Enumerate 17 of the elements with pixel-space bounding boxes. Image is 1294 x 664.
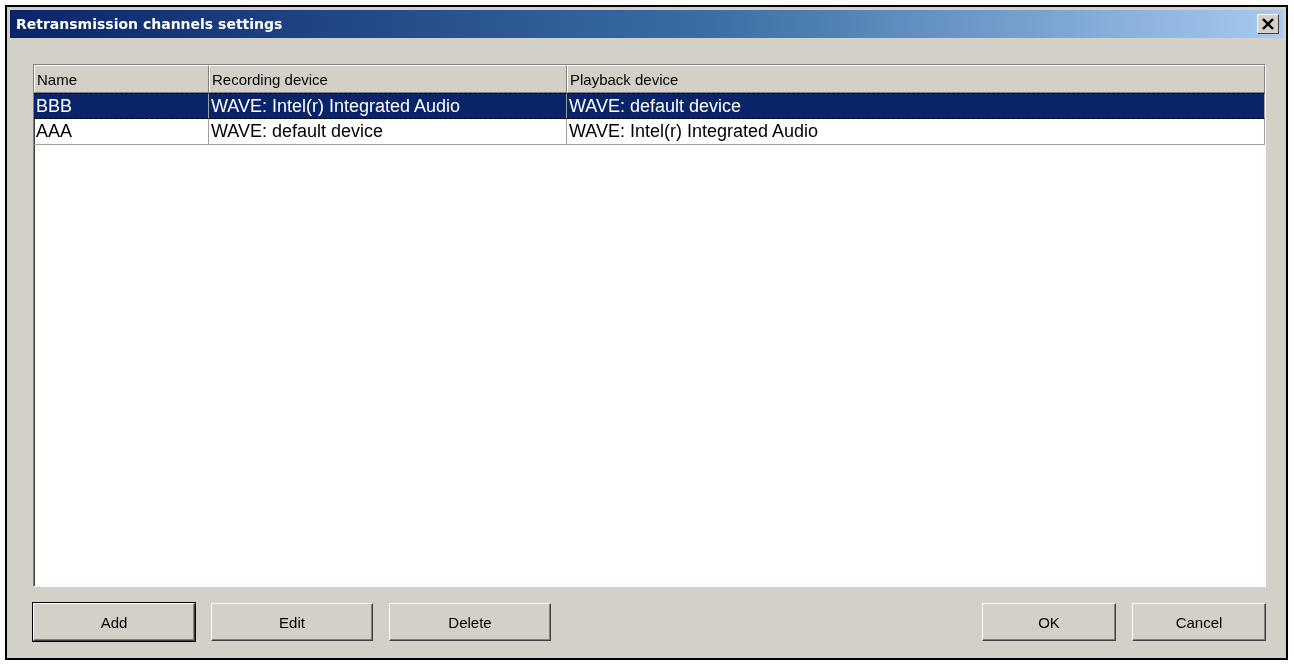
close-button[interactable]: [1257, 14, 1279, 34]
table-cell[interactable]: AAA: [34, 119, 209, 145]
table-cell[interactable]: WAVE: default device: [567, 93, 1265, 119]
dialog-button[interactable]: Cancel: [1132, 603, 1266, 641]
table-cell[interactable]: WAVE: Intel(r) Integrated Audio: [209, 93, 567, 119]
column-header[interactable]: Name: [34, 65, 209, 93]
column-header[interactable]: Playback device: [567, 65, 1265, 93]
close-icon: [1262, 18, 1274, 30]
table-cell[interactable]: WAVE: Intel(r) Integrated Audio: [567, 119, 1265, 145]
table-cell[interactable]: BBB: [34, 93, 209, 119]
column-header[interactable]: Recording device: [209, 65, 567, 93]
table-cell[interactable]: WAVE: default device: [209, 119, 567, 145]
dialog-button[interactable]: Add: [33, 603, 195, 641]
dialog-button[interactable]: Delete: [389, 603, 551, 641]
dialog-button[interactable]: OK: [982, 603, 1116, 641]
dialog-button[interactable]: Edit: [211, 603, 373, 641]
window-title: Retransmission channels settings: [16, 16, 283, 32]
